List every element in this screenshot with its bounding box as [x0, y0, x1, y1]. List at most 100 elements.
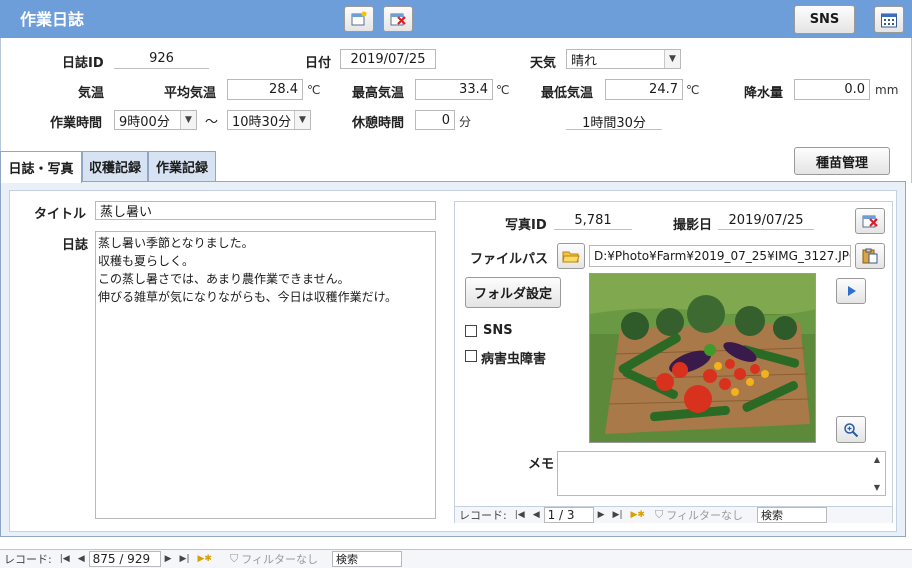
folder-icon [562, 251, 580, 262]
first-record-icon[interactable]: |◀ [511, 510, 529, 520]
record-position-field[interactable]: 875 / 929 [88, 551, 161, 567]
shot-date-value: 2019/07/25 [718, 213, 814, 230]
photo-id-value: 5,781 [554, 213, 632, 230]
filter-icon: ⛉ [654, 508, 664, 521]
paste-icon [862, 248, 878, 264]
zoom-icon [844, 422, 859, 437]
diary-id-label: 日誌ID [62, 56, 104, 71]
previous-record-icon[interactable]: ◀ [529, 510, 544, 520]
last-record-icon[interactable]: ▶| [609, 510, 627, 520]
min-temp-unit: ℃ [686, 83, 700, 97]
chevron-down-icon[interactable]: ▼ [180, 111, 196, 129]
harvest-photo [589, 273, 816, 443]
max-temp-label: 最高気温 [352, 86, 405, 101]
form-header [0, 0, 912, 38]
record-search-input[interactable]: 検索 [757, 507, 827, 523]
new-record-nav-icon[interactable]: ▶✱ [194, 554, 216, 564]
filter-status[interactable]: ⛉ フィルターなし [230, 551, 318, 567]
play-icon [848, 286, 856, 296]
chevron-down-icon[interactable]: ▼ [664, 50, 680, 68]
sns-checkbox[interactable] [465, 325, 477, 337]
rainfall-field[interactable]: 0.0 [794, 79, 870, 100]
shot-date-label: 撮影日 [673, 218, 713, 233]
record-search-input[interactable]: 検索 [332, 551, 402, 567]
avg-temp-field[interactable]: 28.4 [227, 79, 303, 100]
calendar-button[interactable] [874, 6, 904, 33]
scroll-down-icon[interactable]: ▼ [874, 483, 880, 492]
next-photo-button[interactable] [836, 278, 866, 304]
pest-damage-checkbox[interactable] [465, 350, 477, 362]
previous-record-icon[interactable]: ◀ [74, 554, 89, 564]
filter-label: フィルターなし [241, 553, 318, 566]
weather-select[interactable]: 晴れ ▼ [566, 49, 681, 69]
memo-scrollbar[interactable]: ▲ ▼ [869, 452, 885, 495]
date-field[interactable]: 2019/07/25 [340, 49, 436, 69]
max-temp-unit: ℃ [496, 83, 510, 97]
file-path-label: ファイルパス [470, 252, 549, 267]
record-label: レコード: [4, 553, 52, 566]
new-record-button[interactable] [344, 6, 374, 32]
first-record-icon[interactable]: |◀ [56, 554, 74, 564]
diary-body-field[interactable]: 蒸し暑い季節となりました。 収穫も夏らしく。 この蒸し暑さでは、あまり農作業でき… [95, 231, 436, 519]
diary-line: 収穫も夏らしく。 [98, 254, 195, 268]
record-label: レコード: [459, 509, 507, 522]
last-record-icon[interactable]: ▶| [176, 554, 194, 564]
open-folder-button[interactable] [557, 243, 585, 269]
max-temp-field[interactable]: 33.4 [415, 79, 493, 100]
filter-icon: ⛉ [229, 552, 239, 565]
pest-damage-checkbox-label: 病害虫障害 [481, 352, 547, 367]
rainfall-label: 降水量 [744, 86, 784, 101]
sns-checkbox-label: SNS [483, 323, 513, 338]
calendar-icon [881, 13, 897, 27]
seed-management-button[interactable]: 種苗管理 [794, 147, 890, 175]
memo-field[interactable]: ▲ ▼ [557, 451, 886, 496]
delete-record-button[interactable] [383, 6, 413, 32]
break-time-field[interactable]: 0 [415, 110, 455, 130]
break-time-unit: 分 [459, 115, 472, 129]
diary-line: この蒸し暑さでは、あまり農作業できません。 [98, 272, 350, 286]
weather-value: 晴れ [571, 53, 598, 69]
diary-title-field[interactable]: 蒸し暑い [95, 201, 436, 220]
scroll-up-icon[interactable]: ▲ [874, 455, 880, 464]
tab-work-records[interactable]: 作業記録 [148, 151, 216, 181]
photo-id-label: 写真ID [505, 218, 547, 233]
diary-line: 伸びる雑草が気になりながらも、今日は収穫作業だけ。 [98, 290, 398, 304]
time-range-separator: ～ [205, 115, 219, 130]
photo-record-navigator: レコード: |◀ ◀ 1 / 3 ▶ ▶| ▶✱ ⛉ フィルターなし 検索 [455, 506, 892, 523]
folder-settings-button[interactable]: フォルダ設定 [465, 277, 561, 308]
chevron-down-icon[interactable]: ▼ [294, 111, 310, 129]
tab-diary-photo[interactable]: 日誌・写真 [0, 151, 82, 183]
zoom-photo-button[interactable] [836, 416, 866, 443]
tab-harvest-records[interactable]: 収穫記録 [82, 151, 148, 181]
date-label: 日付 [305, 56, 332, 71]
temperature-label: 気温 [78, 86, 105, 101]
work-time-label: 作業時間 [50, 116, 103, 131]
break-time-label: 休憩時間 [352, 116, 405, 131]
diary-id-value: 926 [114, 51, 209, 69]
min-temp-field[interactable]: 24.7 [605, 79, 683, 100]
main-record-navigator: レコード: |◀ ◀ 875 / 929 ▶ ▶| ▶✱ ⛉ フィルターなし 検索 [0, 549, 912, 568]
start-time-value: 9時00分 [119, 114, 170, 130]
end-time-select[interactable]: 10時30分 ▼ [227, 110, 311, 130]
work-duration: 1時間30分 [566, 112, 662, 131]
weather-label: 天気 [530, 56, 557, 71]
diary-body-label: 日誌 [62, 238, 89, 253]
avg-temp-label: 平均気温 [164, 86, 217, 101]
new-record-nav-icon[interactable]: ▶✱ [627, 510, 649, 520]
file-path-field[interactable]: D:¥Photo¥Farm¥2019_07_25¥IMG_3127.JPG [589, 245, 851, 267]
delete-record-icon [390, 13, 406, 26]
filter-status[interactable]: ⛉ フィルターなし [655, 507, 743, 523]
delete-photo-button[interactable] [855, 208, 885, 234]
next-record-icon[interactable]: ▶ [161, 554, 176, 564]
record-position-field[interactable]: 1 / 3 [543, 507, 594, 523]
diary-line: 蒸し暑い季節となりました。 [98, 236, 254, 250]
min-temp-label: 最低気温 [541, 86, 594, 101]
diary-title-label: タイトル [34, 207, 87, 222]
delete-photo-icon [862, 215, 878, 228]
filter-label: フィルターなし [666, 509, 743, 522]
start-time-select[interactable]: 9時00分 ▼ [114, 110, 197, 130]
next-record-icon[interactable]: ▶ [594, 510, 609, 520]
paste-path-button[interactable] [855, 243, 885, 269]
sns-button[interactable]: SNS [794, 5, 855, 34]
rainfall-unit: mm [875, 83, 899, 97]
